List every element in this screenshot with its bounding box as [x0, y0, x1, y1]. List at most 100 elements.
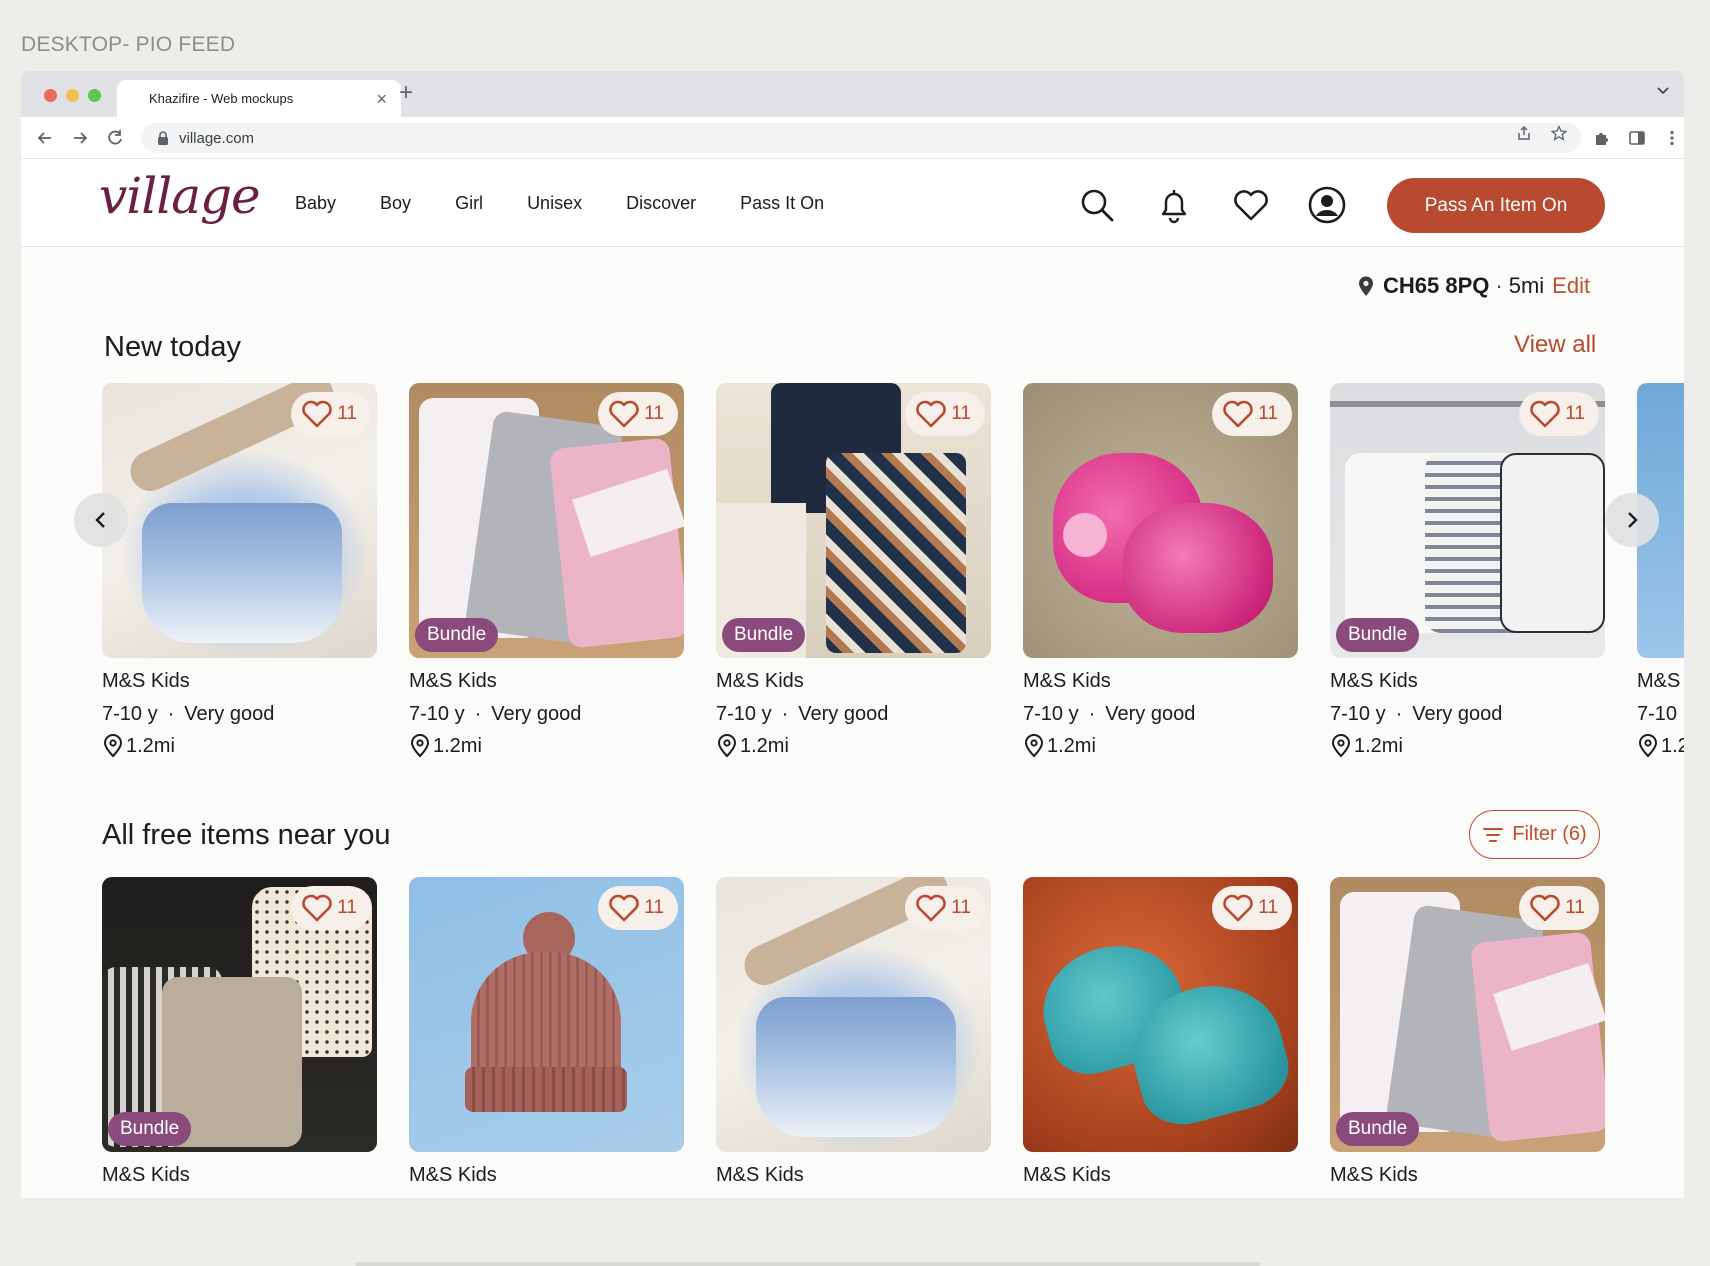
search-icon[interactable]	[1077, 185, 1117, 225]
like-button[interactable]: 11	[905, 392, 985, 436]
like-button[interactable]: 11	[905, 886, 985, 930]
like-count: 11	[1565, 897, 1585, 918]
maximize-window-button[interactable]	[88, 89, 101, 102]
product-brand: M&S Kids	[102, 1164, 190, 1186]
nav-baby[interactable]: Baby	[295, 193, 336, 214]
pass-an-item-on-button[interactable]: Pass An Item On	[1387, 178, 1605, 233]
product-image[interactable]: 11	[102, 383, 377, 658]
product-card[interactable]: 11 Bundle M&S Kids	[1330, 877, 1605, 1187]
like-count: 11	[1565, 403, 1585, 424]
like-button[interactable]: 11	[598, 392, 678, 436]
product-image[interactable]: 11 Bundle	[716, 383, 991, 658]
like-button[interactable]: 11	[1519, 392, 1599, 436]
product-image[interactable]: 11	[716, 877, 991, 1152]
browser-toolbar: village.com	[21, 117, 1684, 159]
browser-window: Khazifire - Web mockups × + village.com …	[21, 71, 1684, 1198]
product-card[interactable]: 11 M&S Kids	[716, 877, 991, 1187]
heart-icon	[1530, 894, 1561, 922]
location-radius: 5mi	[1508, 273, 1545, 298]
share-icon[interactable]	[1516, 125, 1532, 141]
product-image[interactable]: 11 Bundle	[102, 877, 377, 1152]
nav-discover[interactable]: Discover	[626, 193, 696, 214]
notification-bell-icon[interactable]	[1154, 185, 1194, 225]
product-condition: Very good	[1105, 703, 1196, 725]
product-age: 7-10 y	[1330, 703, 1386, 725]
product-meta: 7-10 y · Very good	[716, 703, 991, 726]
extensions-puzzle-icon[interactable]	[1593, 129, 1611, 147]
heart-icon	[916, 400, 947, 428]
nav-unisex[interactable]: Unisex	[527, 193, 582, 214]
product-condition: Very good	[184, 703, 275, 725]
bundle-badge: Bundle	[1336, 1112, 1420, 1146]
nav-pass-it-on[interactable]: Pass It On	[740, 193, 824, 214]
new-tab-icon[interactable]: +	[399, 81, 413, 105]
side-panel-icon[interactable]	[1628, 129, 1646, 147]
location-selector: CH65 8PQ · 5mi Edit	[1357, 273, 1590, 299]
reload-icon[interactable]	[105, 128, 125, 148]
village-logo[interactable]: village	[99, 167, 261, 225]
product-image[interactable]: 11 Bundle	[1330, 877, 1605, 1152]
product-card[interactable]: 11 M&S Kids 7-10 y · Very good 1.2mi	[1023, 383, 1298, 758]
location-edit-link[interactable]: Edit	[1552, 273, 1590, 299]
like-button[interactable]: 11	[1212, 392, 1292, 436]
product-card[interactable]: 11 M&S Kids	[409, 877, 684, 1187]
product-meta: 7-10 y · Very good	[409, 703, 684, 726]
product-image[interactable]: 11 Bundle	[409, 383, 684, 658]
chevron-left-icon	[95, 512, 105, 528]
like-button[interactable]: 11	[291, 886, 371, 930]
product-card[interactable]: 11 Bundle M&S Kids	[102, 877, 377, 1187]
product-card[interactable]: 11 M&S Kids 7-10 y · Very good 1.2mi	[102, 383, 377, 758]
bundle-badge: Bundle	[415, 618, 499, 652]
heart-icon	[1223, 894, 1254, 922]
product-image[interactable]: 11	[409, 877, 684, 1152]
carousel-next-button[interactable]	[1605, 493, 1659, 547]
page-scroll-indicator	[355, 1262, 1260, 1266]
product-card[interactable]: 11 Bundle M&S Kids 7-10 y · Very good 1.2m…	[409, 383, 684, 758]
url-text: village.com	[179, 129, 255, 147]
close-window-button[interactable]	[44, 89, 57, 102]
product-age: 7-10	[1637, 703, 1678, 725]
like-button[interactable]: 11	[598, 886, 678, 930]
product-image[interactable]: 11	[1023, 383, 1298, 658]
account-avatar-icon[interactable]	[1307, 185, 1347, 225]
distance-value: 1.2mi	[740, 734, 789, 757]
product-card[interactable]: 11 Bundle M&S Kids 7-10 y · Very good 1.2m…	[716, 383, 991, 758]
favorites-heart-icon[interactable]	[1231, 185, 1271, 225]
address-bar[interactable]: village.com	[141, 123, 1581, 153]
meta-dot: ·	[1395, 703, 1403, 725]
forward-arrow-icon[interactable]	[70, 128, 90, 148]
product-card[interactable]: 11 Bundle M&S Kids 7-10 y · Very good 1.2m…	[1330, 383, 1605, 758]
like-button[interactable]: 11	[1519, 886, 1599, 930]
product-meta: 7-10 y · Very good	[1023, 703, 1298, 726]
heart-icon	[916, 894, 947, 922]
view-all-link[interactable]: View all	[1514, 331, 1596, 359]
meta-dot: ·	[167, 703, 175, 725]
filter-icon	[1483, 827, 1504, 842]
like-button[interactable]: 11	[1212, 886, 1292, 930]
product-distance: 1.2mi	[409, 734, 684, 758]
like-count: 11	[644, 897, 664, 918]
distance-value: 1.2mi	[1047, 734, 1096, 757]
nav-girl[interactable]: Girl	[455, 193, 483, 214]
like-count: 11	[337, 897, 357, 918]
product-card-partial[interactable]: M&S 7-10 1.2	[1637, 383, 1684, 758]
bookmark-star-icon[interactable]	[1551, 125, 1567, 141]
bundle-badge: Bundle	[1336, 618, 1420, 652]
back-arrow-icon[interactable]	[35, 128, 55, 148]
product-image[interactable]: 11 Bundle	[1330, 383, 1605, 658]
like-button[interactable]: 11	[291, 392, 371, 436]
like-count: 11	[337, 403, 357, 424]
more-options-icon[interactable]	[1663, 129, 1681, 147]
filter-button[interactable]: Filter (6)	[1469, 810, 1600, 859]
minimize-window-button[interactable]	[66, 89, 79, 102]
product-meta: 7-10 y · Very good	[102, 703, 377, 726]
tab-close-icon[interactable]: ×	[376, 90, 387, 108]
nav-boy[interactable]: Boy	[380, 193, 411, 214]
browser-tab[interactable]: Khazifire - Web mockups ×	[117, 80, 401, 117]
product-card[interactable]: 11 M&S Kids	[1023, 877, 1298, 1187]
location-pin-icon	[717, 734, 737, 758]
product-image[interactable]: 11	[1023, 877, 1298, 1152]
tab-search-chevron-icon[interactable]	[1656, 83, 1670, 97]
carousel-prev-button[interactable]	[74, 493, 128, 547]
location-pin-icon	[1331, 734, 1351, 758]
